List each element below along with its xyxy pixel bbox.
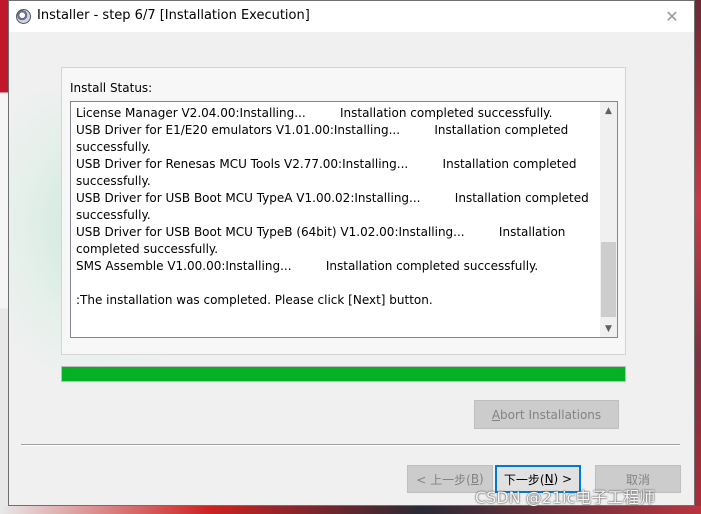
status-log-line: USB Driver for Renesas MCU Tools V2.77.0… (76, 157, 581, 188)
title-bar[interactable]: Installer - step 6/7 [Installation Execu… (9, 1, 694, 32)
status-log-line: USB Driver for USB Boot MCU TypeA V1.00.… (76, 191, 593, 222)
progress-bar-fill (62, 367, 625, 381)
install-status-group: Install Status: License Manager V2.04.00… (61, 67, 626, 355)
status-log-line: USB Driver for E1/E20 emulators V1.01.00… (76, 123, 573, 154)
install-status-label: Install Status: (70, 81, 153, 95)
scroll-down-arrow-icon[interactable]: ▼ (600, 320, 617, 337)
footer-separator (21, 444, 680, 446)
installer-app-icon (16, 9, 31, 24)
abort-installations-button[interactable]: Abort Installations (474, 400, 619, 429)
status-log-line: License Manager V2.04.00:Installing... I… (76, 106, 553, 120)
desktop-right-edge (695, 0, 701, 514)
abort-accelerator: A (491, 407, 501, 422)
csdn-watermark: CSDN @21ic电子工程师 (475, 488, 656, 507)
abort-label: bort Installations (500, 407, 602, 422)
status-log-text: License Manager V2.04.00:Installing... I… (76, 105, 591, 309)
install-status-log[interactable]: License Manager V2.04.00:Installing... I… (70, 101, 618, 338)
scrollbar-thumb[interactable] (601, 242, 616, 317)
status-log-line (76, 275, 591, 292)
status-log-line: USB Driver for USB Boot MCU TypeB (64bit… (76, 225, 570, 256)
installer-window: Installer - step 6/7 [Installation Execu… (8, 0, 695, 506)
vertical-scrollbar[interactable]: ▲ ▼ (600, 102, 617, 337)
scroll-up-arrow-icon[interactable]: ▲ (600, 102, 617, 119)
window-title: Installer - step 6/7 [Installation Execu… (37, 8, 310, 23)
install-progress-bar (61, 366, 626, 382)
status-log-line: SMS Assemble V1.00.00:Installing... Inst… (76, 259, 539, 273)
close-icon[interactable]: ✕ (650, 1, 694, 32)
status-log-line: :The installation was completed. Please … (76, 293, 433, 307)
back-label-prefix: < 上一步( (416, 472, 471, 487)
